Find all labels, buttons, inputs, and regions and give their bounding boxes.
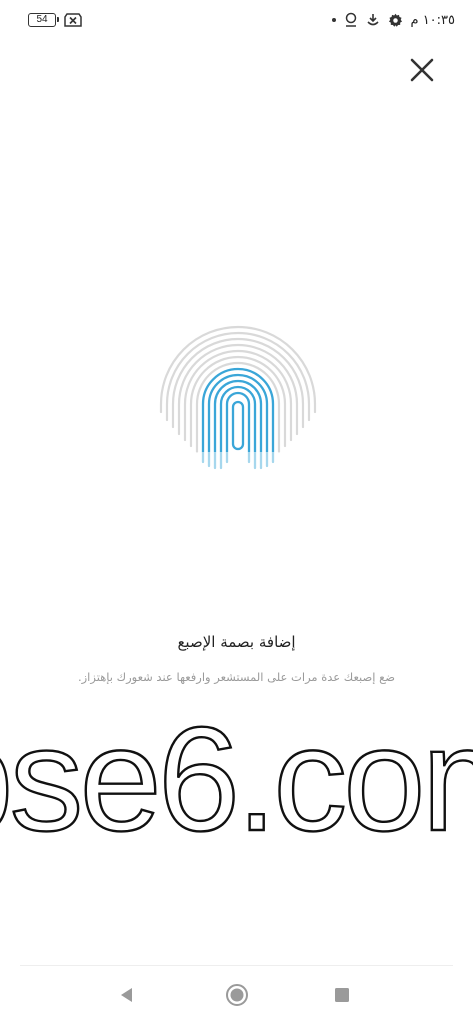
close-icon[interactable] — [406, 54, 438, 86]
back-icon[interactable] — [117, 985, 137, 1005]
settings-icon — [388, 13, 402, 27]
sim-off-icon — [64, 13, 82, 27]
home-icon[interactable] — [225, 983, 249, 1007]
svg-text:bse6.com: bse6.com — [0, 705, 473, 845]
fingerprint-icon — [153, 325, 323, 484]
battery-icon: 54 — [28, 13, 59, 27]
instruction-text: ضع إصبعك عدة مرات على المستشعر وارفعها ع… — [77, 670, 396, 684]
watermark-logo: bse6.com — [0, 705, 473, 845]
download-icon — [366, 14, 379, 26]
page-title: إضافة بصمة الإصبع — [177, 633, 296, 651]
notification-dot-icon — [331, 18, 336, 22]
status-right-group: ١٠:٣٥ م — [331, 10, 456, 30]
location-icon — [345, 12, 356, 27]
recents-icon[interactable] — [334, 987, 350, 1003]
nav-divider — [20, 965, 453, 966]
status-time: ١٠:٣٥ م — [410, 12, 456, 28]
status-bar: 54 ١٠:٣٥ م — [0, 0, 473, 40]
